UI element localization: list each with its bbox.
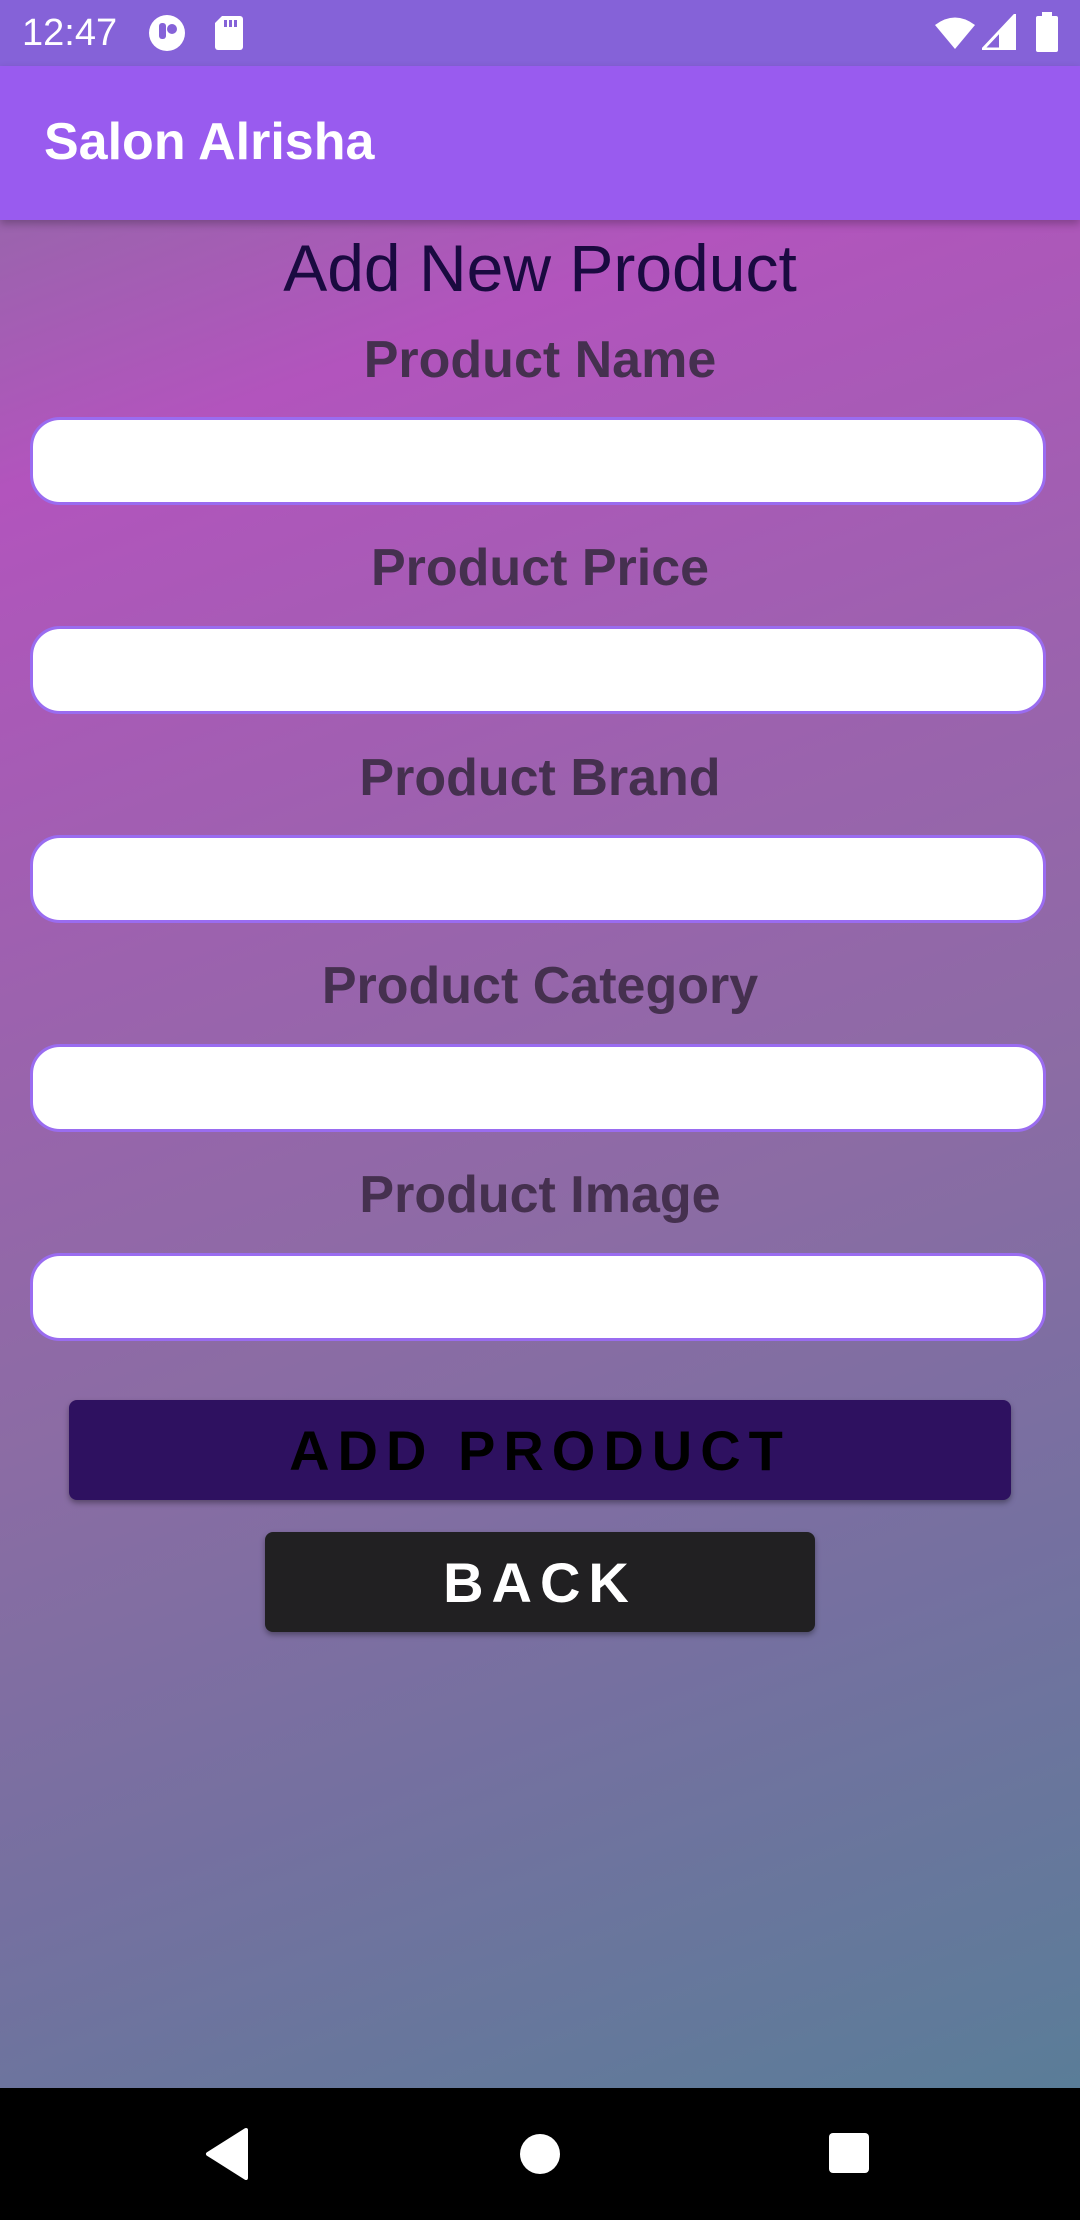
product-category-label: Product Category [321,957,759,1015]
system-nav-bar [0,2088,1080,2220]
status-time: 12:47 [22,12,118,54]
back-button[interactable]: BACK [265,1532,815,1632]
recents-square-icon[interactable] [828,2132,870,2179]
app-bar: Salon Alrisha [0,66,1080,220]
add-product-form: Add New Product Product Name Product Pri… [0,220,1080,2088]
product-price-label: Product Price [370,539,710,597]
product-brand-label: Product Brand [359,749,721,807]
product-name-label: Product Name [363,331,717,389]
product-name-input[interactable] [30,417,1046,505]
app-notification-icon [148,14,186,57]
page-title: Add New Product [283,231,797,305]
product-brand-input[interactable] [30,835,1046,923]
battery-icon [1036,12,1058,57]
back-triangle-icon[interactable] [204,2128,250,2185]
sd-card-icon [214,14,244,55]
product-category-input[interactable] [30,1044,1046,1132]
product-image-label: Product Image [359,1166,721,1224]
cell-signal-icon [979,11,1017,55]
add-product-button[interactable]: ADD PRODUCT [69,1400,1011,1500]
app-title: Salon Alrisha [44,113,375,171]
product-price-input[interactable] [30,626,1046,714]
wifi-icon [934,16,976,55]
product-image-input[interactable] [30,1253,1046,1341]
home-circle-icon[interactable] [519,2133,561,2180]
status-bar: 12:47 [0,0,1080,66]
